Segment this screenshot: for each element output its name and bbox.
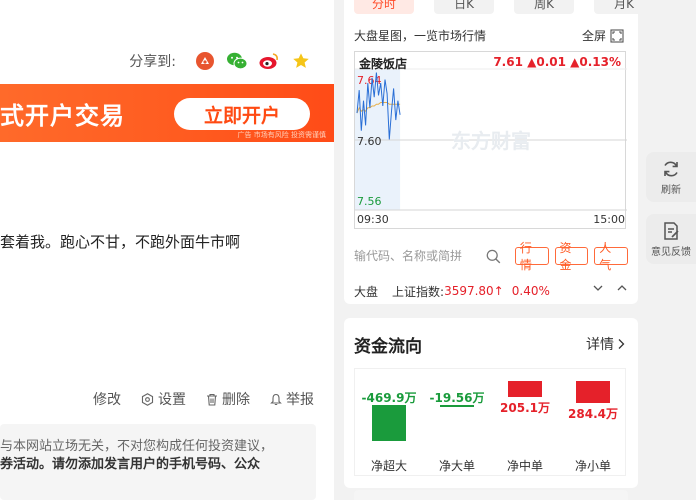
tab-week-k[interactable]: 周K <box>514 0 574 14</box>
flow-bar <box>508 381 542 397</box>
index-change: 0.40% <box>511 284 550 298</box>
tag-quotes[interactable]: 行情 <box>514 241 549 272</box>
index-ticker: 大盘 上证指数: 3597.80↑ 0.40% <box>354 282 628 300</box>
flow-label: 净小单 <box>574 459 611 473</box>
tag-funds[interactable]: 资金 <box>554 241 589 272</box>
share-bar: 分享到: <box>129 48 312 74</box>
index-value: 3597.80↑ <box>444 284 504 298</box>
intraday-chart[interactable]: 东方财富 7.64 7.60 7.56 09:30 15:00 金陵饭店 7.6… <box>354 51 627 229</box>
weibo-tencent-icon[interactable] <box>194 50 216 72</box>
edit-button[interactable]: 修改 <box>93 389 121 409</box>
tag-popularity[interactable]: 人气 <box>594 241 629 272</box>
open-account-banner[interactable]: 式开户交易 立即开户 广告 市场有风险 投资需谨慎 <box>0 84 334 142</box>
delete-label: 删除 <box>222 392 250 408</box>
sina-weibo-icon[interactable] <box>258 50 280 72</box>
disclaimer-box: 与本网站立场无关，不对您构成任何投资建议， 券活动。请勿添加发言用户的手机号码、… <box>0 424 316 500</box>
flow-label: 净大单 <box>438 459 475 473</box>
fullscreen-button[interactable]: 全屏 <box>582 27 624 44</box>
market-card: 分时 日K 周K 月K 大盘星图，一览市场行情 全屏 东方财富 7.64 7.6… <box>344 0 654 304</box>
detail-label: 详情 <box>586 337 614 353</box>
stock-name: 金陵饭店 <box>359 57 408 71</box>
x-label-open: 09:30 <box>357 213 389 226</box>
refresh-button[interactable]: 刷新 <box>646 152 696 202</box>
bell-report-icon <box>270 393 282 405</box>
open-account-button[interactable]: 立即开户 <box>174 98 310 130</box>
search-icon[interactable] <box>486 249 501 264</box>
tab-month-k[interactable]: 月K <box>594 0 654 14</box>
intraday-chart-svg: 东方财富 7.64 7.60 7.56 09:30 15:00 <box>355 68 627 226</box>
refresh-label: 刷新 <box>661 184 681 196</box>
wechat-icon[interactable] <box>226 50 248 72</box>
delete-button[interactable]: 删除 <box>206 389 250 409</box>
next-card-stub <box>354 490 628 500</box>
share-label: 分享到: <box>129 54 176 70</box>
banner-disclaimer: 广告 市场有风险 投资需谨慎 <box>237 131 326 139</box>
settings-label: 设置 <box>158 392 186 408</box>
disclaimer-line1: 与本网站立场无关，不对您构成任何投资建议， <box>0 439 274 454</box>
tab-minute[interactable]: 分时 <box>354 0 414 14</box>
flow-bar <box>576 381 610 403</box>
refresh-icon <box>664 161 678 176</box>
settings-button[interactable]: 设置 <box>141 389 186 409</box>
period-tabs: 分时 日K 周K 月K <box>354 0 654 14</box>
feedback-label: 意见反馈 <box>651 246 691 258</box>
edit-label: 修改 <box>93 392 121 408</box>
post-body-text: 套着我。跑心不甘，不跑外面牛市啊 <box>0 233 241 251</box>
favorite-star-icon[interactable] <box>290 50 312 72</box>
post-actions: 修改 设置 删除 举报 <box>93 389 314 409</box>
stock-search-row: 行情 资金 人气 <box>354 241 629 272</box>
post-content-area: 分享到: 式开户交易 立即开户 广告 市场有风险 投资需谨慎 套着我。跑心不甘，… <box>0 0 334 500</box>
capital-flow-title: 资金流向 <box>354 337 422 357</box>
chevron-down-icon[interactable] <box>592 282 604 294</box>
fullscreen-label: 全屏 <box>581 29 606 43</box>
capital-flow-detail-link[interactable]: 详情 <box>586 334 626 354</box>
x-label-close: 15:00 <box>593 213 625 226</box>
index-name: 上证指数: <box>392 284 445 299</box>
feedback-edit-icon <box>664 221 679 240</box>
report-label: 举报 <box>286 392 314 408</box>
fullscreen-icon <box>610 28 624 43</box>
stock-quote: 7.61 ▲0.01 ▲0.13% <box>493 55 621 69</box>
y-label-base: 7.60 <box>357 135 382 148</box>
y-label-low: 7.56 <box>357 195 382 208</box>
capital-flow-chart: -469.9万 净超大 -19.56万 净大单 205.1万 净中单 284.4万 净小单 <box>354 368 626 476</box>
flow-label: 净超大 <box>370 459 407 473</box>
tab-day-k[interactable]: 日K <box>434 0 494 14</box>
flow-label: 净中单 <box>506 459 543 473</box>
flow-value: 205.1万 <box>500 400 550 415</box>
feedback-button[interactable]: 意见反馈 <box>646 214 696 264</box>
trash-icon <box>207 393 217 406</box>
chevron-right-icon <box>618 339 625 349</box>
flow-value: 284.4万 <box>568 406 618 421</box>
banner-text: 式开户交易 <box>0 102 125 130</box>
stock-search-input[interactable] <box>354 245 484 267</box>
index-switcher <box>592 282 628 294</box>
gear-icon <box>141 392 154 406</box>
chevron-up-icon[interactable] <box>616 282 628 294</box>
market-overview-title: 大盘星图，一览市场行情 <box>354 29 487 43</box>
flow-value: -469.9万 <box>361 391 417 405</box>
chart-watermark: 东方财富 <box>451 129 531 153</box>
index-section-label: 大盘 <box>354 284 379 299</box>
flow-value: -19.56万 <box>429 391 485 405</box>
report-button[interactable]: 举报 <box>270 389 314 409</box>
disclaimer-line2: 券活动。请勿添加发言用户的手机号码、公众 <box>0 457 261 472</box>
flow-bar <box>372 405 406 441</box>
capital-flow-card: 资金流向 详情 -469.9万 净超大 -19.56万 净大单 205.1万 净中单 284… <box>344 318 638 488</box>
